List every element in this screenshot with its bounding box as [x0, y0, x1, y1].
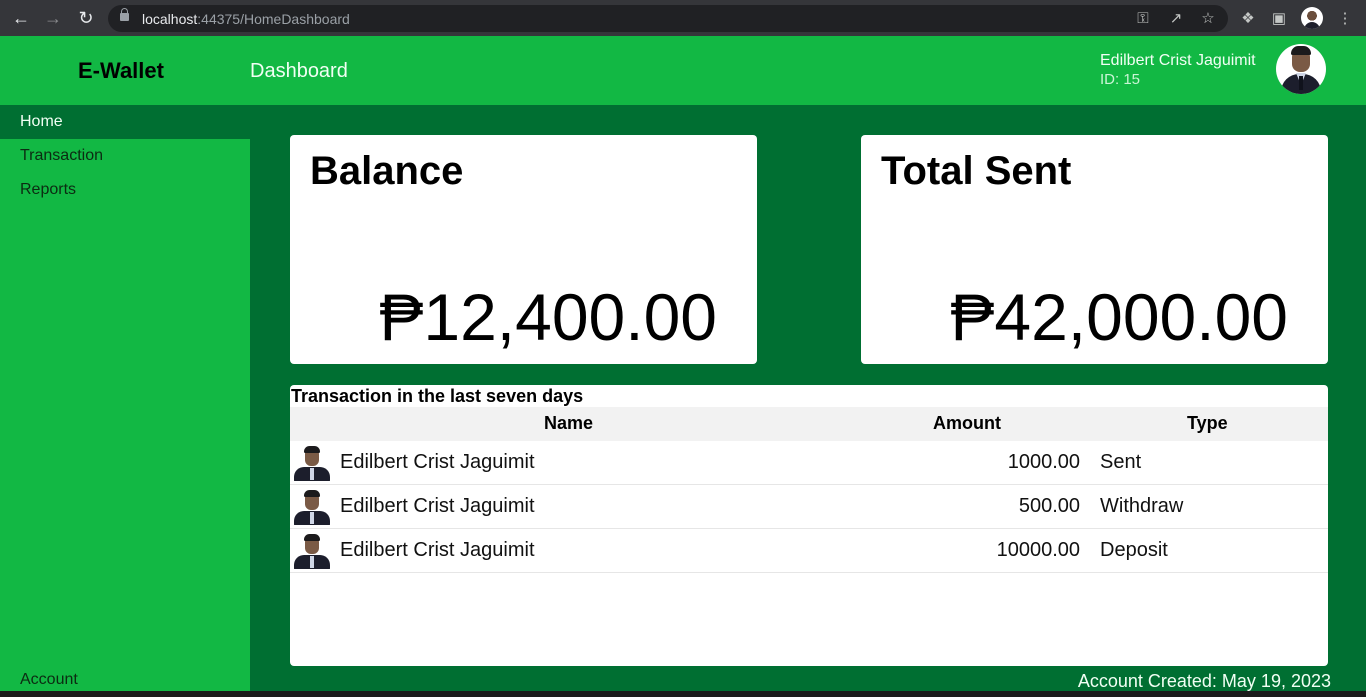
column-header-name: Name: [544, 413, 594, 433]
sidebar-item-account[interactable]: Account: [20, 671, 78, 689]
user-thumbnail: [294, 534, 330, 569]
menu-dots-icon[interactable]: ⋮: [1333, 0, 1357, 36]
share-icon[interactable]: ↗: [1164, 0, 1188, 36]
table-row[interactable]: Edilbert Crist Jaguimit 10000.00 Deposit: [290, 529, 1328, 573]
cell-name: Edilbert Crist Jaguimit: [340, 539, 535, 561]
browser-toolbar: ← → ↻ localhost:44375/HomeDashboard ⚿ ↗ …: [0, 0, 1366, 36]
page-title: Dashboard: [250, 60, 348, 82]
sidebar-item-transaction[interactable]: Transaction: [0, 139, 250, 173]
lock-icon[interactable]: [120, 8, 129, 21]
sidebar-item-reports[interactable]: Reports: [0, 173, 250, 207]
transactions-title: Transaction in the last seven days: [291, 386, 584, 406]
account-created-text: Account Created: May 19, 2023: [1077, 671, 1331, 691]
browser-profile-avatar[interactable]: [1301, 7, 1323, 29]
total-sent-value: ₱42,000.00: [950, 280, 1288, 354]
taskbar-strip: [0, 691, 1366, 697]
avatar-tie: [1299, 76, 1303, 90]
user-name: Edilbert Crist Jaguimit: [1100, 52, 1256, 69]
table-row[interactable]: Edilbert Crist Jaguimit 1000.00 Sent: [290, 441, 1328, 485]
cell-name: Edilbert Crist Jaguimit: [340, 451, 535, 473]
cell-type: Sent: [1100, 451, 1142, 473]
cell-type: Withdraw: [1100, 495, 1184, 517]
key-icon[interactable]: ⚿: [1131, 0, 1155, 36]
total-sent-card: Total Sent ₱42,000.00: [861, 135, 1328, 364]
balance-value: ₱12,400.00: [379, 280, 717, 354]
reload-icon[interactable]: ↻: [71, 0, 101, 36]
cell-name: Edilbert Crist Jaguimit: [340, 495, 535, 517]
total-sent-title: Total Sent: [881, 149, 1072, 193]
forward-arrow-icon[interactable]: →: [38, 0, 68, 36]
sidebar: Home Transaction Reports Account: [0, 105, 250, 691]
user-thumbnail: [294, 490, 330, 525]
top-bar: E-Wallet Dashboard Edilbert Crist Jaguim…: [0, 36, 1366, 105]
user-id: ID: 15: [1100, 71, 1141, 88]
app-root: E-Wallet Dashboard Edilbert Crist Jaguim…: [0, 36, 1366, 691]
avatar-hair: [1291, 46, 1311, 55]
column-header-type: Type: [1187, 413, 1228, 433]
cell-amount: 500.00: [1018, 495, 1080, 517]
table-row[interactable]: Edilbert Crist Jaguimit 500.00 Withdraw: [290, 485, 1328, 529]
cell-type: Deposit: [1100, 539, 1168, 561]
transactions-panel: Transaction in the last seven days Name …: [290, 385, 1328, 666]
table-header: Name Amount Type: [290, 407, 1328, 441]
back-arrow-icon[interactable]: ←: [6, 0, 36, 36]
address-bar[interactable]: localhost:44375/HomeDashboard: [108, 5, 1228, 32]
cell-amount: 10000.00: [996, 539, 1080, 561]
balance-title: Balance: [310, 149, 464, 193]
url-path: :44375/HomeDashboard: [197, 11, 350, 27]
sidebar-item-home[interactable]: Home: [0, 105, 250, 139]
star-icon[interactable]: ☆: [1196, 0, 1220, 36]
user-avatar[interactable]: [1276, 44, 1326, 94]
brand-logo[interactable]: E-Wallet: [78, 58, 164, 84]
extensions-icon[interactable]: ❖: [1236, 0, 1260, 36]
column-header-amount: Amount: [933, 413, 1001, 433]
side-panel-icon[interactable]: ▣: [1267, 0, 1291, 36]
balance-card: Balance ₱12,400.00: [290, 135, 757, 364]
user-thumbnail: [294, 446, 330, 481]
url-host: localhost: [142, 11, 198, 27]
url-text[interactable]: localhost:44375/HomeDashboard: [142, 11, 350, 27]
cell-amount: 1000.00: [1007, 451, 1080, 473]
